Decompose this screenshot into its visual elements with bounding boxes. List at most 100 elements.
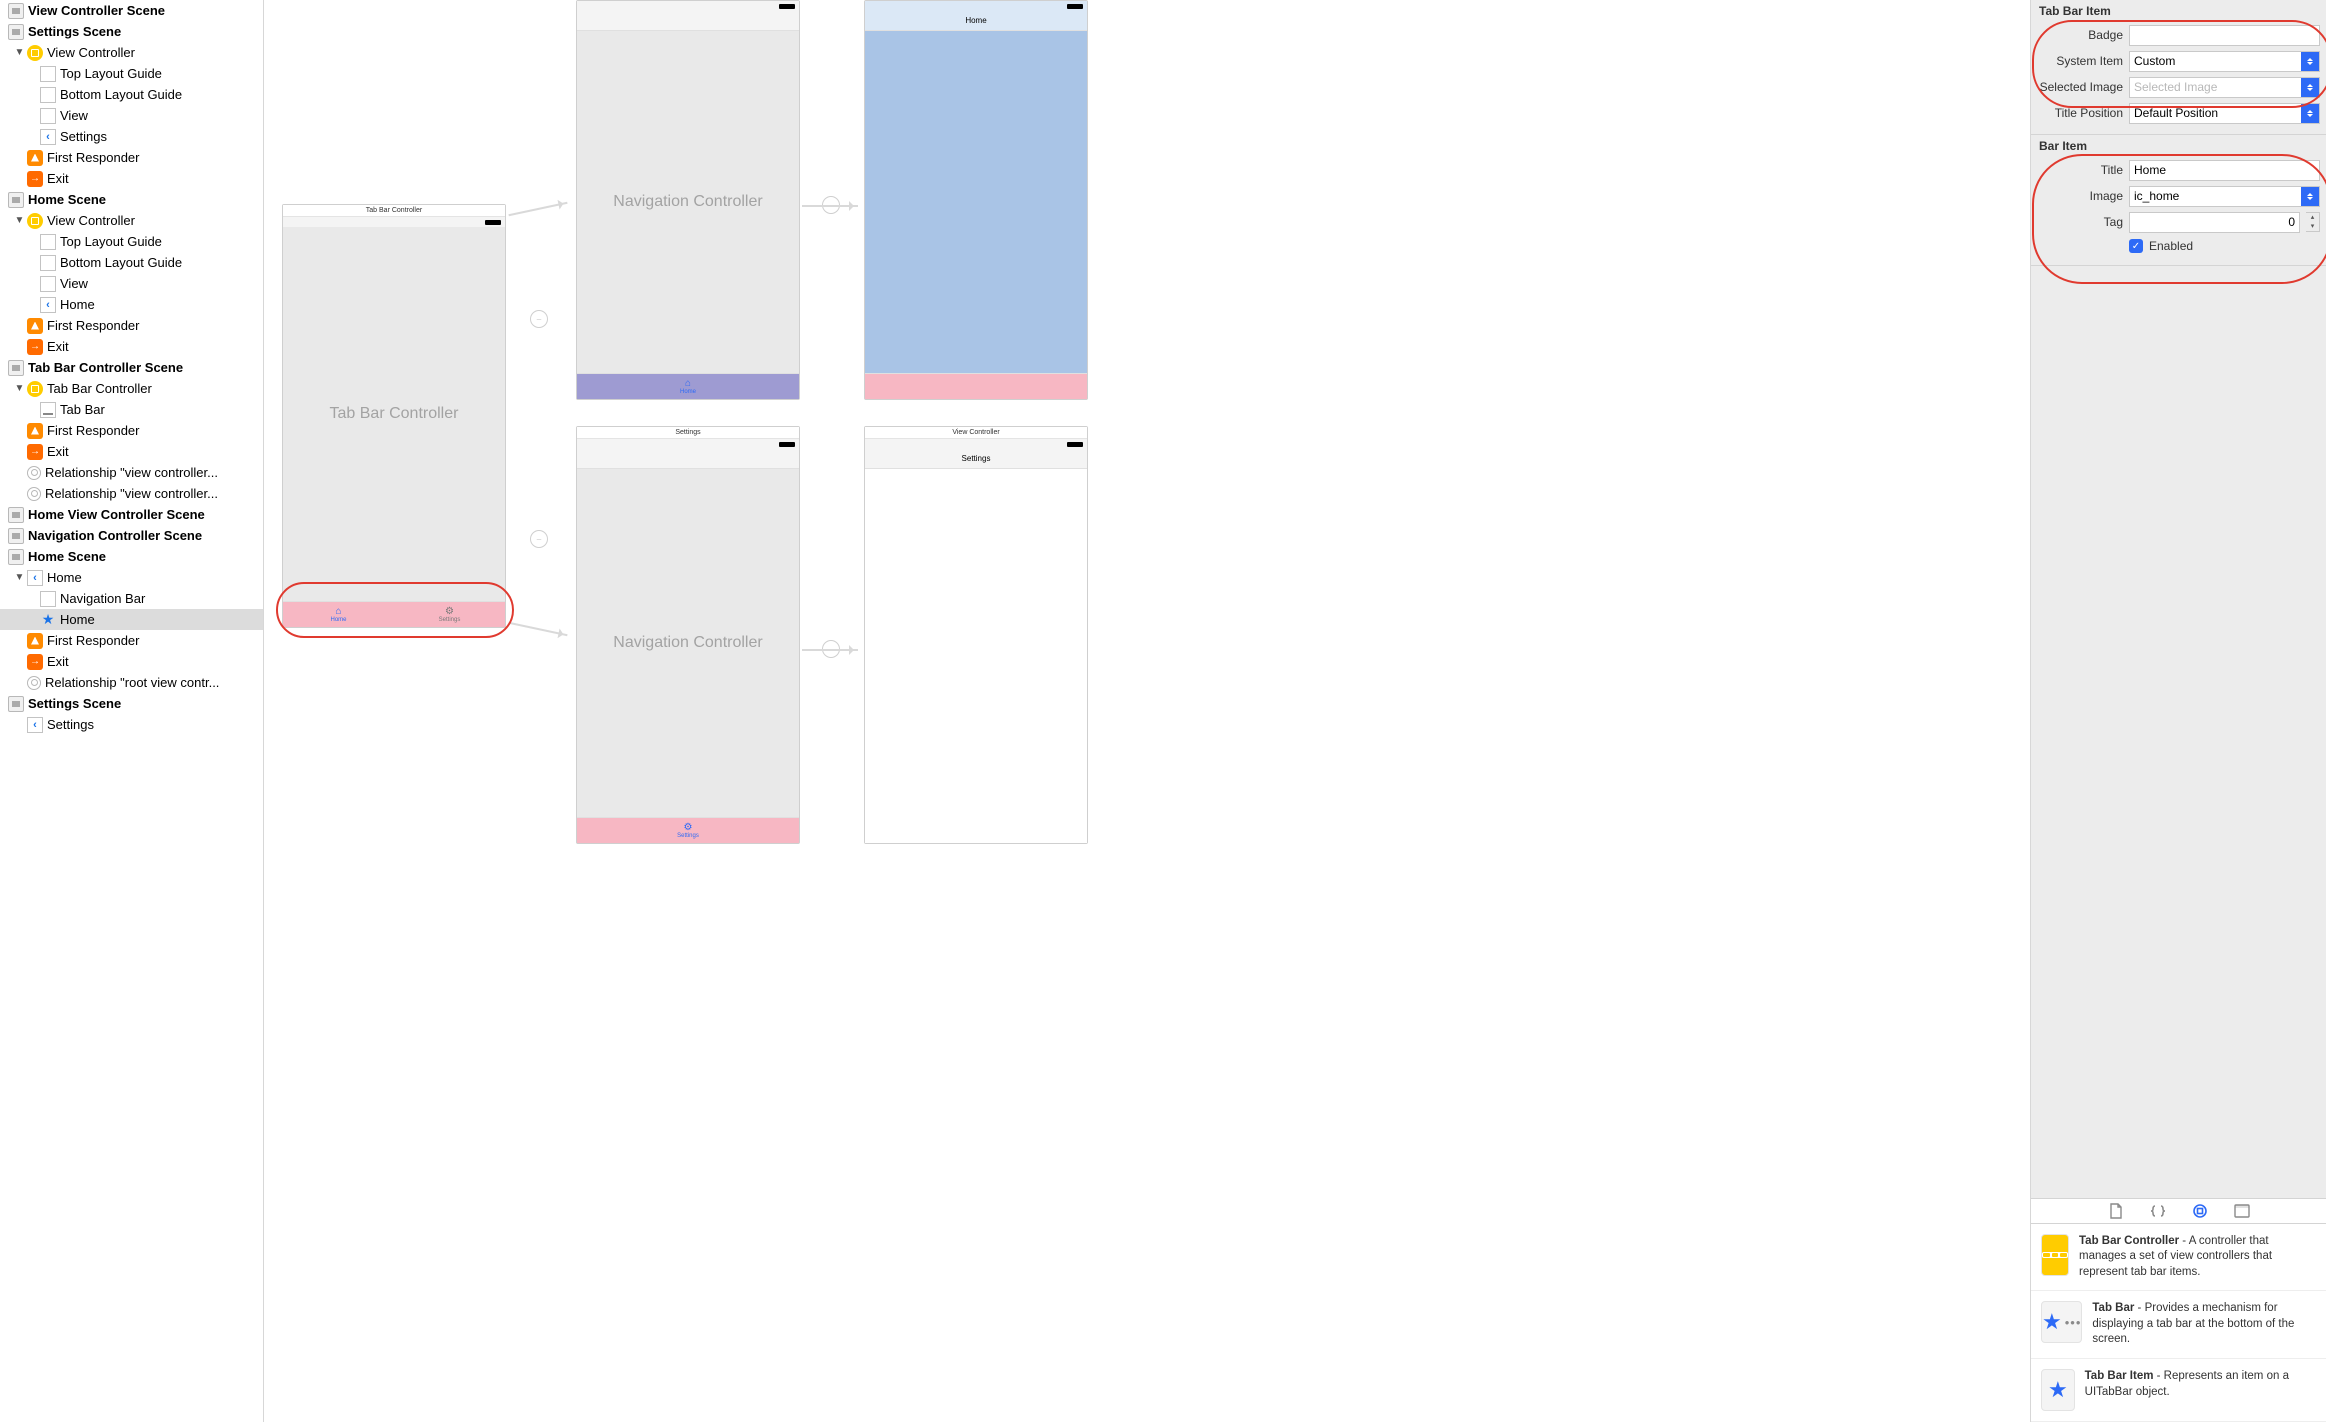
library-item[interactable]: ★•••Tab Bar - Provides a mechanism for d… <box>2031 1291 2326 1359</box>
scene-header[interactable]: Home View Controller Scene <box>0 504 263 525</box>
scene-icon <box>8 192 24 208</box>
title-input[interactable] <box>2129 160 2320 181</box>
outline-item[interactable]: ▼View Controller <box>0 42 263 63</box>
outline-item[interactable]: ‹Settings <box>0 714 263 735</box>
scene-header[interactable]: Tab Bar Controller Scene <box>0 357 263 378</box>
status-bar <box>283 217 505 227</box>
scene-header[interactable]: Navigation Controller Scene <box>0 525 263 546</box>
title-label: Title <box>2037 163 2123 177</box>
outline-item[interactable]: ‹Settings <box>0 126 263 147</box>
outline-item[interactable]: Bottom Layout Guide <box>0 84 263 105</box>
item-label: Top Layout Guide <box>60 66 162 81</box>
system-item-select[interactable]: Custom <box>2129 51 2320 72</box>
object-library-list[interactable]: Tab Bar Controller - A controller that m… <box>2031 1224 2326 1422</box>
nav-controller-settings-screen[interactable]: Settings Navigation Controller ⚙ Setting… <box>576 426 800 844</box>
document-outline[interactable]: View Controller SceneSettings Scene▼View… <box>0 0 264 1422</box>
outline-item[interactable]: Exit <box>0 651 263 672</box>
scene-icon <box>8 24 24 40</box>
disclosure-triangle-icon[interactable]: ▼ <box>14 383 25 394</box>
outline-item[interactable]: Tab Bar <box>0 399 263 420</box>
code-snippet-tab-icon[interactable] <box>2149 1202 2167 1220</box>
attributes-inspector[interactable]: Tab Bar Item Badge System Item Custom Se… <box>2030 0 2326 1422</box>
outline-item[interactable]: Top Layout Guide <box>0 63 263 84</box>
scene-header[interactable]: Home Scene <box>0 189 263 210</box>
outline-item[interactable]: Exit <box>0 168 263 189</box>
segue-connector[interactable]: ⎯ <box>530 530 548 548</box>
outline-item[interactable]: First Responder <box>0 315 263 336</box>
disclosure-triangle-icon[interactable]: ▼ <box>14 47 25 58</box>
disclosure-triangle-icon[interactable]: ▼ <box>14 572 25 583</box>
scene-title: Home Scene <box>28 549 106 564</box>
screen-body <box>865 469 1087 843</box>
outline-item[interactable]: Relationship "view controller... <box>0 483 263 504</box>
outline-item[interactable]: ▼ Tab Bar Controller <box>0 378 263 399</box>
file-template-tab-icon[interactable] <box>2107 1202 2125 1220</box>
item-label: First Responder <box>47 423 139 438</box>
layout-icon <box>40 66 56 82</box>
selected-image-select[interactable]: Selected Image <box>2129 77 2320 98</box>
home-view-controller-screen[interactable]: Home <box>864 0 1088 400</box>
first-icon <box>27 633 43 649</box>
library-item[interactable]: Tab Bar Controller - A controller that m… <box>2031 1224 2326 1292</box>
nav-bar: Settings <box>865 449 1087 469</box>
outline-item[interactable]: ▼View Controller <box>0 210 263 231</box>
select-placeholder: Selected Image <box>2130 78 2301 97</box>
tab-bar <box>865 373 1087 399</box>
status-bar <box>577 1 799 11</box>
outline-item[interactable]: Navigation Bar <box>0 588 263 609</box>
stepper-down-icon[interactable]: ▾ <box>2306 222 2319 231</box>
library-item[interactable]: ★Tab Bar Item - Represents an item on a … <box>2031 1359 2326 1422</box>
settings-view-controller-screen[interactable]: View Controller Settings <box>864 426 1088 844</box>
layout-icon <box>40 255 56 271</box>
stepper-up-icon[interactable]: ▴ <box>2306 213 2319 222</box>
nav-controller-home-screen[interactable]: Navigation Controller ⌂ Home <box>576 0 800 400</box>
scene-header[interactable]: Home Scene <box>0 546 263 567</box>
outline-item[interactable]: Exit <box>0 441 263 462</box>
tag-input[interactable] <box>2129 212 2300 233</box>
storyboard-canvas[interactable]: Tab Bar Controller Tab Bar Controller ⌂ … <box>264 0 2030 1422</box>
outline-item[interactable]: ‹Home <box>0 294 263 315</box>
outline-item[interactable]: View <box>0 105 263 126</box>
tab-settings[interactable]: ⚙ Settings <box>394 602 505 627</box>
image-select[interactable]: ic_home <box>2129 186 2320 207</box>
scene-header[interactable]: Settings Scene <box>0 21 263 42</box>
select-value: ic_home <box>2130 187 2301 206</box>
select-value: Default Position <box>2130 104 2301 123</box>
item-label: Tab Bar Controller <box>47 381 152 396</box>
title-position-select[interactable]: Default Position <box>2129 103 2320 124</box>
outline-item[interactable]: Relationship "root view contr... <box>0 672 263 693</box>
outline-item[interactable]: First Responder <box>0 420 263 441</box>
scene-icon <box>8 507 24 523</box>
item-label: Exit <box>47 339 69 354</box>
tabbar-controller-screen[interactable]: Tab Bar Controller Tab Bar Controller ⌂ … <box>282 204 506 628</box>
object-library-tab-icon[interactable] <box>2191 1202 2209 1220</box>
tab-home[interactable]: ⌂ Home <box>283 602 394 627</box>
outline-item[interactable]: View <box>0 273 263 294</box>
tab-home: ⌂ Home <box>577 374 799 399</box>
enabled-checkbox[interactable]: ✓ Enabled <box>2037 235 2320 257</box>
tag-stepper[interactable]: ▴▾ <box>2306 212 2320 232</box>
library-tabs[interactable] <box>2031 1198 2326 1224</box>
checkmark-icon: ✓ <box>2129 239 2143 253</box>
scene-header[interactable]: Settings Scene <box>0 693 263 714</box>
segue-connector[interactable]: ⎯ <box>530 310 548 328</box>
disclosure-triangle-icon[interactable]: ▼ <box>14 215 25 226</box>
outline-item[interactable]: Relationship "view controller... <box>0 462 263 483</box>
library-item-icon <box>2041 1234 2069 1276</box>
scene-header[interactable]: View Controller Scene <box>0 0 263 21</box>
outline-item[interactable]: Exit <box>0 336 263 357</box>
outline-item[interactable]: Top Layout Guide <box>0 231 263 252</box>
layout-icon <box>40 108 56 124</box>
outline-item[interactable]: Bottom Layout Guide <box>0 252 263 273</box>
outline-item[interactable]: ▼‹Home <box>0 567 263 588</box>
tab-bar[interactable]: ⌂ Home ⚙ Settings <box>283 601 505 627</box>
media-library-tab-icon[interactable] <box>2233 1202 2251 1220</box>
library-item-text: Tab Bar Item - Represents an item on a U… <box>2085 1369 2316 1411</box>
item-label: Navigation Bar <box>60 591 145 606</box>
item-label: Relationship "root view contr... <box>45 675 219 690</box>
enabled-label: Enabled <box>2149 239 2193 253</box>
outline-item[interactable]: ★Home <box>0 609 263 630</box>
outline-item[interactable]: First Responder <box>0 147 263 168</box>
outline-item[interactable]: First Responder <box>0 630 263 651</box>
badge-input[interactable] <box>2129 25 2320 46</box>
